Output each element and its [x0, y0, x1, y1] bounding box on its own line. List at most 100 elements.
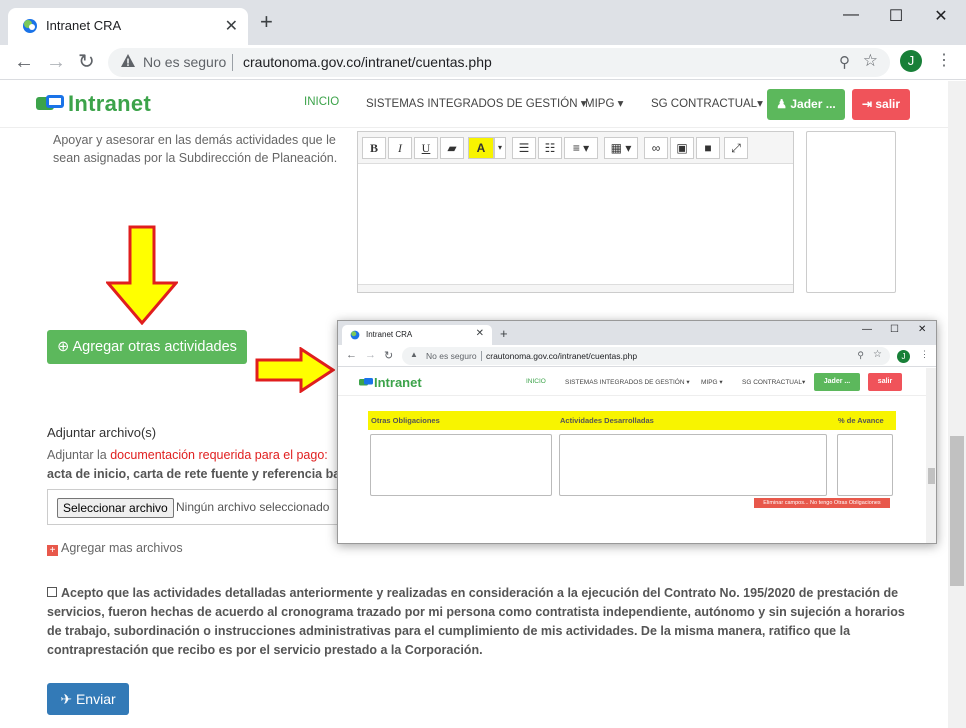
inset-obligations-header: Otras Obligaciones Actividades Desarroll…	[368, 411, 896, 430]
add-activities-label: Agregar otras actividades	[72, 339, 237, 355]
inset-forward-icon: →	[365, 349, 376, 361]
inset-avance-textarea	[837, 434, 893, 496]
inset-separator	[481, 351, 482, 361]
browser-toolbar: ← → ↻ No es seguro crautonoma.gov.co/int…	[0, 45, 966, 80]
attach-prefix: Adjuntar la	[47, 448, 111, 462]
inset-search-icon: ⚲	[857, 350, 864, 360]
editor-resize-handle[interactable]	[358, 284, 793, 292]
nav-mipg[interactable]: MIPG ▾	[585, 96, 623, 110]
inset-scrollbar	[926, 368, 936, 543]
profile-avatar[interactable]: J	[900, 50, 922, 72]
inset-close-icon: ✕	[918, 324, 927, 335]
add-more-files-link[interactable]: + Agregar mas archivos	[47, 541, 183, 556]
eraser-icon[interactable]: ▰	[440, 137, 464, 159]
table-icon[interactable]: ▦ ▾	[604, 137, 638, 159]
attach-title: Adjuntar archivo(s)	[47, 425, 157, 440]
inset-nav-mipg: MIPG ▾	[701, 379, 723, 386]
inset-nav-inicio: INICIO	[526, 378, 546, 385]
file-input-box: Seleccionar archivo Ningún archivo selec…	[47, 489, 347, 525]
reload-icon[interactable]: ↻	[78, 51, 95, 73]
user-button[interactable]: ♟ Jader ...	[767, 89, 845, 120]
inset-screenshot: Intranet CRA ✕ + — ☐ ✕ ← → ↻ ▲ No es seg…	[337, 320, 937, 544]
inset-logo-text: Intranet	[374, 375, 422, 390]
inset-logo-icon	[359, 378, 373, 386]
nav-sistemas-integrados[interactable]: SISTEMAS INTEGRADOS DE GESTIÓN ▾	[366, 96, 587, 110]
tab-title: Intranet CRA	[46, 18, 122, 33]
ordered-list-icon[interactable]: ☷	[538, 137, 562, 159]
inset-minimize-icon: —	[862, 324, 872, 335]
align-icon[interactable]: ≡ ▾	[564, 137, 598, 159]
inset-address-bar: ▲ No es seguro crautonoma.gov.co/intrane…	[402, 347, 890, 365]
inset-col-avance: % de Avance	[838, 416, 884, 425]
minimize-button[interactable]: —	[828, 6, 874, 24]
tab-close-icon[interactable]: ✕	[225, 16, 238, 36]
exit-button[interactable]: ⇥ salir	[852, 89, 910, 120]
new-tab-button[interactable]: +	[260, 11, 273, 33]
required-docs-link[interactable]: documentación requerida para el pago:	[110, 448, 328, 462]
close-window-button[interactable]: ✕	[918, 6, 964, 26]
caret-down-icon: ▾	[617, 98, 624, 110]
acceptance-text: Acepto que las actividades detalladas an…	[47, 586, 905, 657]
security-label[interactable]: No es seguro	[143, 54, 226, 70]
inset-favicon-icon	[350, 330, 360, 340]
highlight-color-button[interactable]: A	[468, 137, 494, 159]
nav-sg-label: SG CONTRACTUAL	[651, 98, 758, 110]
attach-instructions: Adjuntar la documentación requerida para…	[47, 446, 347, 484]
fullscreen-icon[interactable]: ⤢	[724, 137, 748, 159]
menu-kebab-icon[interactable]: ⋮	[936, 50, 952, 70]
inset-actividades-textarea	[559, 434, 827, 496]
inset-delete-fields-button: Eliminar campos... No tengo Otras Obliga…	[754, 498, 890, 508]
browser-tab[interactable]: Intranet CRA ✕	[8, 8, 248, 45]
address-separator	[232, 54, 233, 71]
browser-tab-bar: Intranet CRA ✕ + — ☐ ✕	[0, 0, 966, 45]
inset-url: crautonoma.gov.co/intranet/cuentas.php	[486, 351, 638, 361]
bookmark-star-icon[interactable]: ☆	[863, 51, 878, 71]
plus-square-icon: +	[47, 545, 58, 556]
editor-toolbar: B I U ▰ A ▾ ☰ ☷ ≡ ▾ ▦ ▾ ∞ ▣ ■ ⤢	[358, 132, 793, 164]
inset-user-button: Jader ...	[814, 373, 860, 391]
video-icon[interactable]: ■	[696, 137, 720, 159]
scrollbar-thumb[interactable]	[950, 436, 964, 586]
plus-circle-icon: ⊕	[57, 339, 70, 355]
italic-button[interactable]: I	[388, 137, 412, 159]
back-icon[interactable]: ←	[14, 51, 34, 73]
exit-button-label: salir	[875, 97, 901, 111]
percent-textarea[interactable]	[806, 131, 896, 293]
nav-mipg-label: MIPG	[585, 98, 615, 110]
image-icon[interactable]: ▣	[670, 137, 694, 159]
nav-inicio[interactable]: INICIO	[304, 96, 339, 108]
bold-button[interactable]: B	[362, 137, 386, 159]
link-icon[interactable]: ∞	[644, 137, 668, 159]
favicon-icon	[23, 19, 37, 33]
inset-warning-icon: ▲	[410, 350, 418, 359]
acceptance-block: Acepto que las actividades detalladas an…	[47, 584, 907, 660]
add-activities-button[interactable]: ⊕ Agregar otras actividades	[47, 330, 247, 364]
logo-text: Intranet	[68, 91, 152, 116]
yellow-arrow-right-icon	[255, 347, 335, 393]
search-icon[interactable]: ⚲	[839, 53, 850, 71]
page-scrollbar[interactable]	[948, 81, 966, 728]
address-bar[interactable]: No es seguro crautonoma.gov.co/intranet/…	[108, 48, 890, 77]
activity-description: Apoyar y asesorar en las demás actividad…	[53, 133, 338, 165]
inset-otras-textarea	[370, 434, 552, 496]
more-files-label: Agregar mas archivos	[61, 541, 183, 555]
color-dropdown-icon[interactable]: ▾	[494, 137, 506, 159]
maximize-button[interactable]: ☐	[873, 6, 919, 26]
send-button[interactable]: ✈ Enviar	[47, 683, 129, 715]
rich-text-editor[interactable]: B I U ▰ A ▾ ☰ ☷ ≡ ▾ ▦ ▾ ∞ ▣ ■ ⤢	[357, 131, 794, 293]
inset-col-otras: Otras Obligaciones	[371, 416, 440, 425]
forward-icon[interactable]: →	[46, 51, 66, 73]
unordered-list-icon[interactable]: ☰	[512, 137, 536, 159]
logo-icon	[36, 95, 64, 110]
underline-button[interactable]: U	[414, 137, 438, 159]
inset-tab: Intranet CRA ✕	[342, 325, 492, 345]
inset-col-actividades: Actividades Desarrolladas	[560, 416, 654, 425]
acceptance-checkbox[interactable]	[47, 587, 57, 597]
url-text[interactable]: crautonoma.gov.co/intranet/cuentas.php	[243, 54, 492, 70]
inset-maximize-icon: ☐	[890, 324, 899, 335]
yellow-arrow-down-icon	[106, 225, 178, 325]
nav-sg-contractual[interactable]: SG CONTRACTUAL▾	[651, 96, 763, 110]
inset-kebab-icon: ⋮	[920, 349, 929, 359]
nav-sistemas-label: SISTEMAS INTEGRADOS DE GESTIÓN	[366, 98, 578, 110]
choose-file-button[interactable]: Seleccionar archivo	[57, 498, 174, 518]
